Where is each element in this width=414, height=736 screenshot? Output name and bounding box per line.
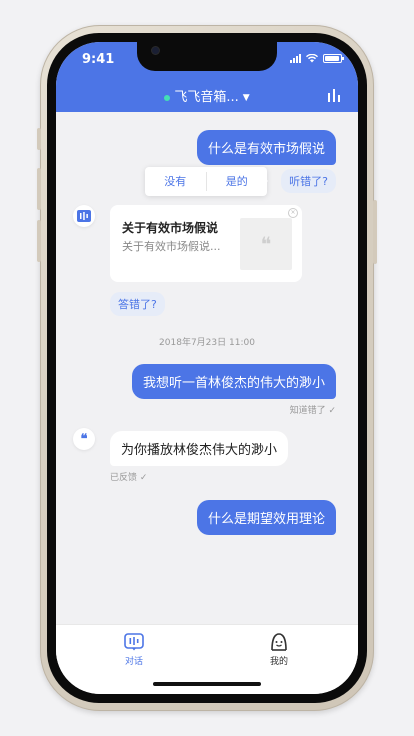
feedback-status-text: 已反馈	[110, 473, 138, 483]
wifi-icon	[306, 54, 318, 63]
quote-icon: ❝	[80, 431, 88, 447]
speaker-logo-icon	[77, 210, 91, 222]
popup-arrow	[262, 176, 268, 186]
feedback-status-text: 知道错了	[289, 406, 326, 416]
device-name: 飞飞音箱...	[174, 90, 239, 105]
front-camera	[152, 47, 159, 54]
wrong-answer-button[interactable]: 答错了?	[110, 292, 165, 316]
device-selector[interactable]: 飞飞音箱... ▼	[56, 86, 358, 105]
tab-label: 对话	[124, 657, 143, 667]
profile-icon	[271, 633, 287, 651]
chat-icon	[124, 633, 144, 651]
confirm-popup: 没有 是的	[145, 167, 267, 196]
phone-power-button	[373, 200, 377, 264]
check-icon: ✓	[325, 406, 336, 416]
notch	[137, 42, 277, 71]
tab-profile[interactable]: 我的	[249, 633, 309, 667]
status-time: 9:41	[82, 52, 115, 67]
check-icon: ✓	[137, 473, 148, 483]
user-message: 什么是期望效用理论	[196, 500, 336, 535]
card-subtitle: 关于有效市场假说...	[122, 240, 221, 253]
dropdown-caret-icon: ▼	[242, 92, 250, 103]
tab-chat[interactable]: 对话	[104, 633, 164, 667]
phone-side-button	[37, 128, 41, 150]
feedback-status: 已反馈 ✓	[110, 470, 147, 483]
phone-volume-up	[37, 168, 41, 210]
user-message: 我想听一首林俊杰的伟大的渺小	[131, 364, 336, 399]
card-thumbnail: ❝	[240, 218, 292, 270]
phone-volume-down	[37, 220, 41, 262]
assistant-message: 为你播放林俊杰伟大的渺小	[110, 431, 289, 466]
misheard-button[interactable]: 听错了?	[281, 169, 336, 193]
assistant-avatar	[73, 205, 95, 227]
online-dot	[164, 94, 171, 101]
assistant-avatar: ❝	[73, 428, 95, 450]
feedback-status: 知道错了 ✓	[290, 403, 336, 416]
tab-label: 我的	[269, 657, 288, 667]
user-message: 什么是有效市场假说	[196, 130, 336, 165]
card-close-icon[interactable]: ×	[288, 208, 298, 218]
conversation-timestamp: 2018年7月23日 11:00	[159, 338, 255, 348]
equalizer-icon[interactable]	[328, 89, 340, 102]
quote-icon: ❝	[260, 232, 272, 256]
screen: 9:41 飞飞音箱... ▼ 什么是有效市场假说 听错了? 没有 是的 关于有效市…	[56, 42, 358, 694]
card-title: 关于有效市场假说	[122, 221, 219, 235]
popup-no-button[interactable]: 没有	[145, 167, 206, 196]
status-icons	[290, 54, 344, 63]
answer-card[interactable]: 关于有效市场假说 关于有效市场假说... ❝ ×	[110, 205, 302, 282]
home-indicator	[153, 682, 261, 686]
battery-icon	[323, 54, 344, 63]
signal-icon	[290, 54, 301, 63]
popup-yes-button[interactable]: 是的	[207, 167, 268, 196]
